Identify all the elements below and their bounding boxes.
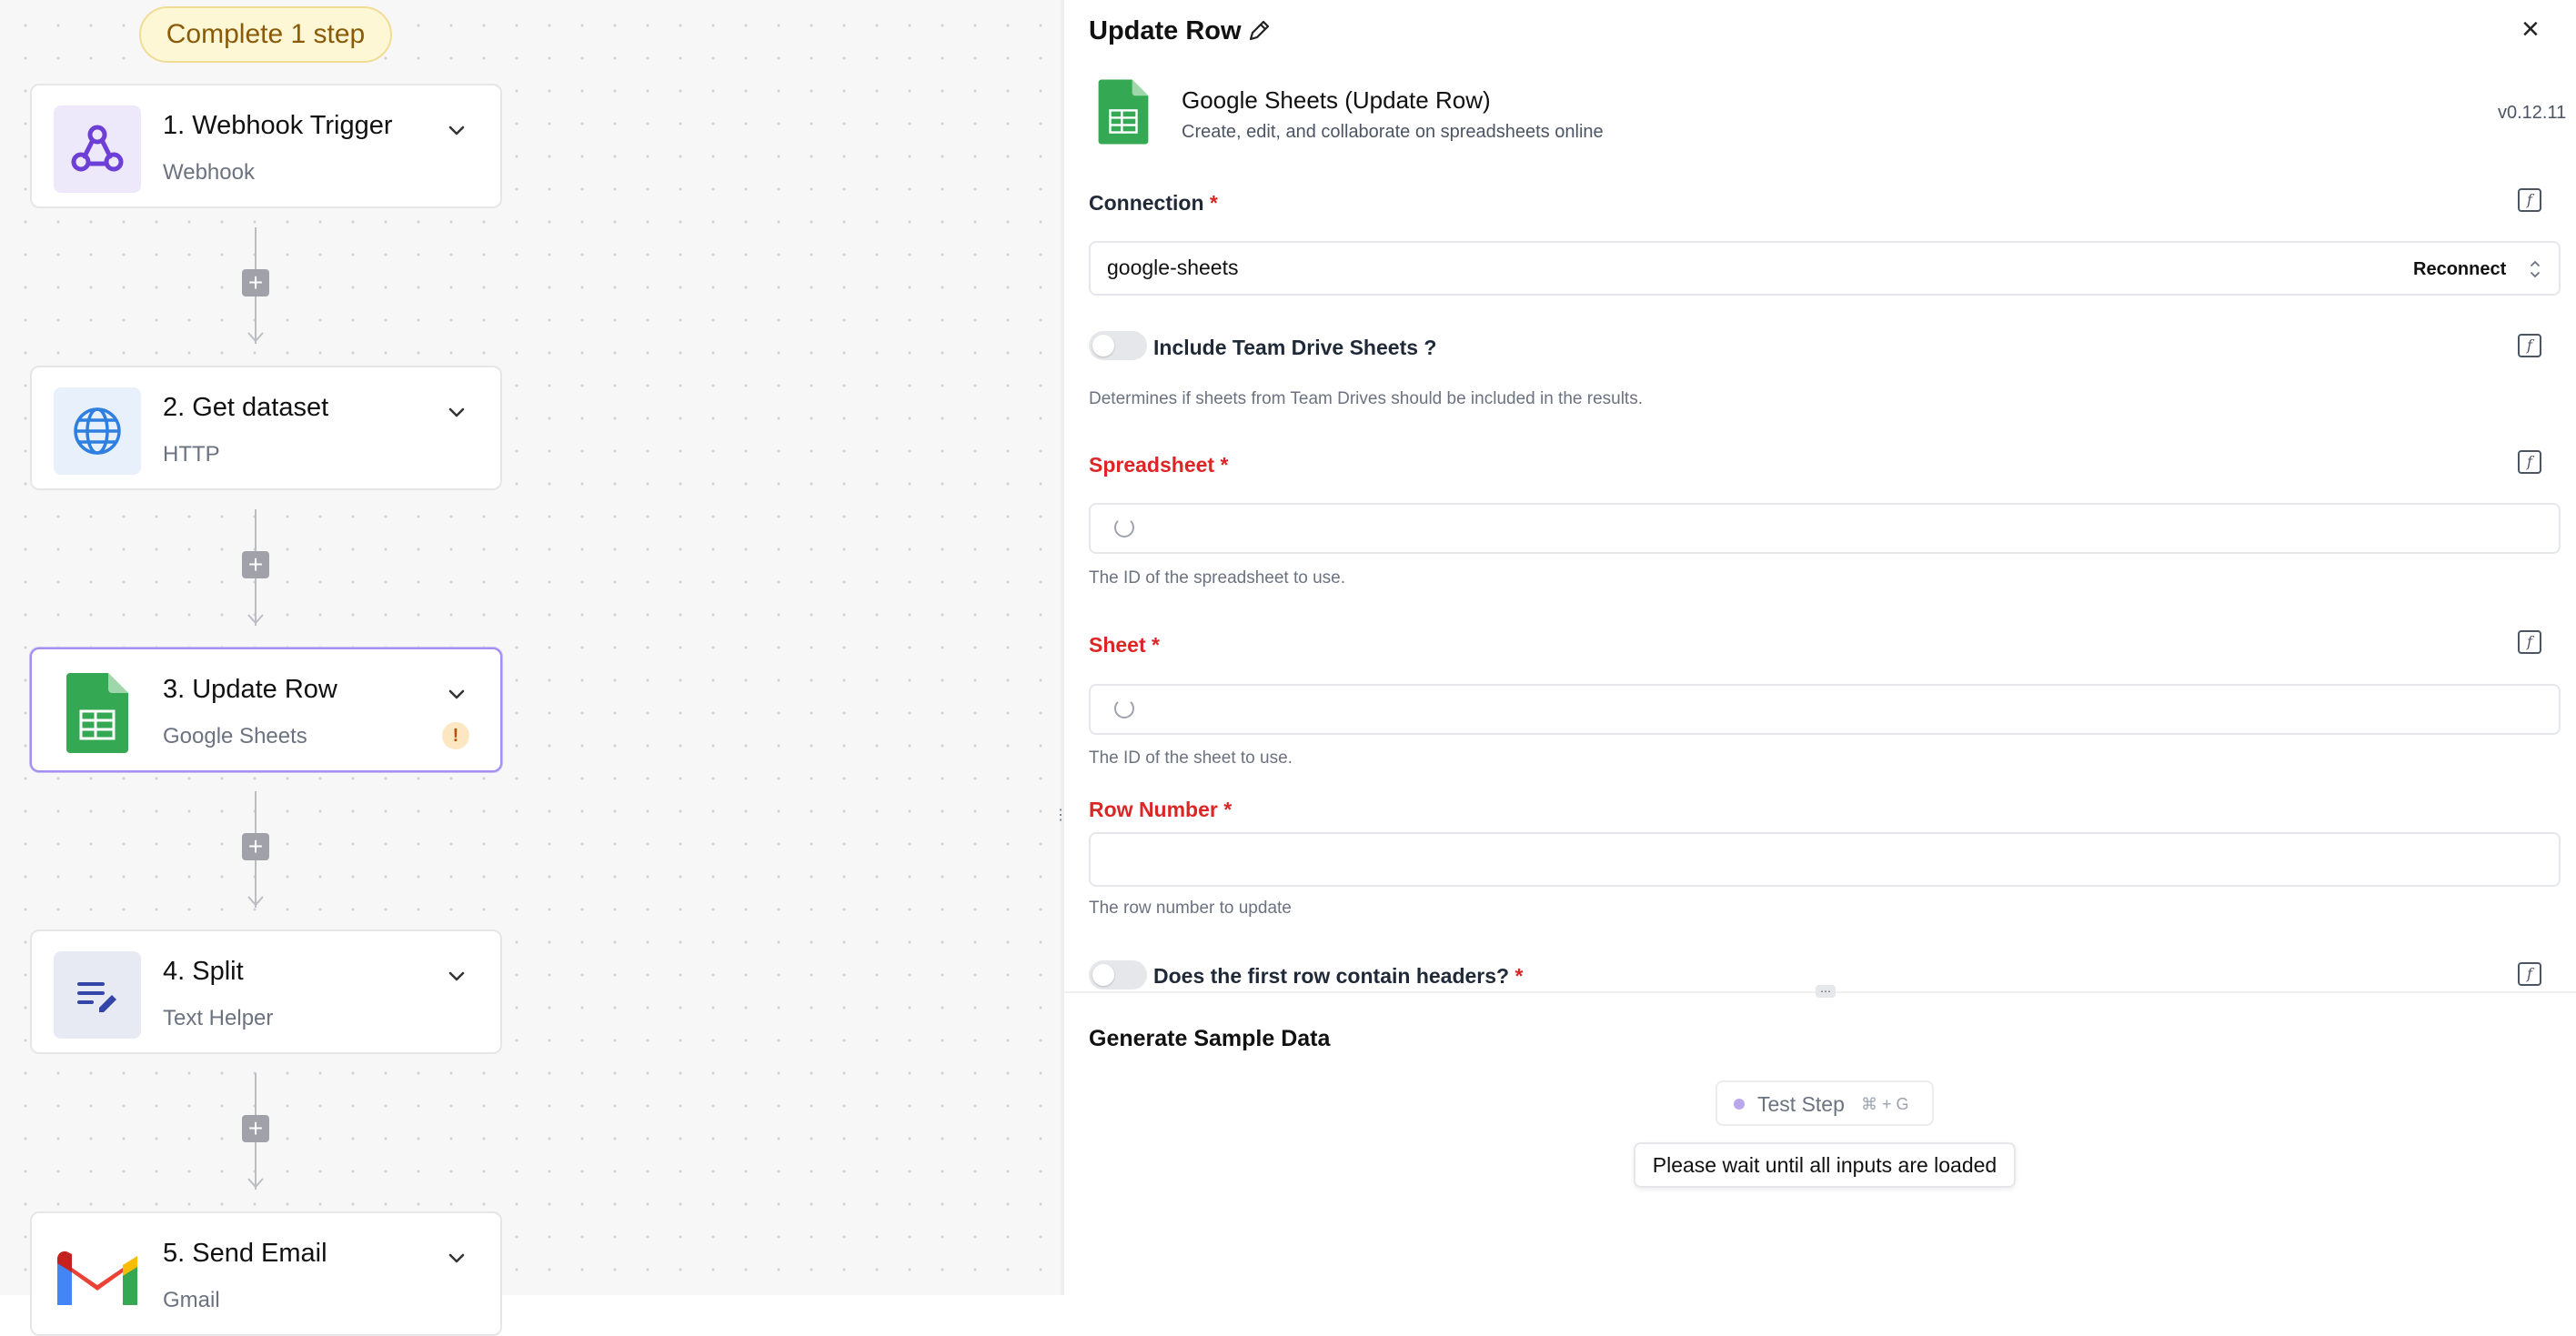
complete-steps-badge[interactable]: Complete 1 step	[139, 6, 392, 63]
step-subtitle: Text Helper	[163, 1006, 274, 1030]
add-step-button[interactable]: +	[242, 1115, 269, 1142]
piece-version: v0.12.11	[2498, 103, 2567, 123]
step-title: 3. Update Row	[163, 675, 337, 704]
chevron-updown-icon[interactable]	[2528, 257, 2542, 281]
add-step-button[interactable]: +	[242, 269, 269, 296]
piece-name: Google Sheets (Update Row)	[1182, 86, 1491, 114]
webhook-icon	[54, 105, 141, 193]
flow-canvas[interactable]: Complete 1 step 1. Webhook Trigger Webho…	[0, 0, 1061, 1336]
add-step-button[interactable]: +	[242, 833, 269, 860]
step-connector: +	[242, 227, 269, 350]
keyboard-shortcut: ⌘ + G	[1861, 1095, 1909, 1113]
step-card-send-email[interactable]: 5. Send Email Gmail	[30, 1211, 502, 1336]
step-subtitle: Webhook	[163, 160, 255, 185]
globe-icon	[54, 387, 141, 475]
dynamic-value-toggle-icon[interactable]: f	[2518, 188, 2541, 212]
text-edit-icon	[54, 951, 141, 1039]
sheet-description: The ID of the sheet to use.	[1089, 748, 1293, 768]
sheet-label: Sheet *	[1089, 633, 1160, 657]
arrow-down-icon	[247, 332, 264, 343]
gmail-icon	[54, 1233, 141, 1321]
test-step-button[interactable]: Test Step ⌘ + G	[1716, 1080, 1934, 1126]
step-subtitle: HTTP	[163, 442, 220, 467]
step-subtitle: Gmail	[163, 1288, 220, 1312]
add-step-button[interactable]: +	[242, 551, 269, 578]
arrow-down-icon	[247, 896, 264, 907]
first-row-headers-label: Does the first row contain headers? *	[1153, 964, 1524, 988]
spreadsheet-label: Spreadsheet *	[1089, 453, 1229, 477]
step-title: 4. Split	[163, 957, 244, 986]
row-number-input[interactable]	[1089, 832, 2561, 887]
dynamic-value-toggle-icon[interactable]: f	[2518, 450, 2541, 474]
row-number-description: The row number to update	[1089, 899, 1292, 918]
connection-value: google-sheets	[1107, 256, 1239, 279]
spreadsheet-description: The ID of the spreadsheet to use.	[1089, 568, 1346, 588]
warning-icon: !	[442, 722, 469, 749]
close-icon[interactable]: ×	[2521, 13, 2540, 45]
step-card-webhook-trigger[interactable]: 1. Webhook Trigger Webhook	[30, 84, 502, 208]
google-sheets-icon	[1098, 79, 1149, 145]
row-number-label: Row Number *	[1089, 798, 1233, 821]
step-card-get-dataset[interactable]: 2. Get dataset HTTP	[30, 366, 502, 490]
team-drive-description: Determines if sheets from Team Drives sh…	[1089, 389, 1643, 408]
spreadsheet-dropdown[interactable]	[1089, 503, 2561, 554]
chevron-down-icon[interactable]	[444, 399, 469, 425]
step-title: 5. Send Email	[163, 1239, 327, 1268]
step-connector: +	[242, 509, 269, 632]
disabled-tooltip: Please wait until all inputs are loaded	[1634, 1142, 2016, 1188]
step-title: 1. Webhook Trigger	[163, 111, 393, 140]
reconnect-button[interactable]: Reconnect	[2413, 259, 2506, 280]
resize-grip-icon[interactable]: ⋯	[1816, 985, 1836, 998]
status-dot-icon	[1734, 1099, 1745, 1110]
dynamic-value-toggle-icon[interactable]: f	[2518, 334, 2541, 357]
step-card-split[interactable]: 4. Split Text Helper	[30, 929, 502, 1054]
include-team-drive-label: Include Team Drive Sheets ?	[1153, 336, 1437, 359]
connection-label: Connection *	[1089, 191, 1218, 215]
step-title: 2. Get dataset	[163, 393, 329, 422]
include-team-drive-toggle[interactable]	[1089, 331, 1147, 360]
pencil-icon[interactable]	[1246, 18, 1272, 44]
arrow-down-icon	[247, 1178, 264, 1189]
generate-sample-heading: Generate Sample Data	[1089, 1026, 1331, 1051]
chevron-down-icon[interactable]	[444, 963, 469, 989]
google-sheets-icon	[54, 669, 141, 757]
step-card-update-row[interactable]: 3. Update Row Google Sheets !	[30, 648, 502, 772]
chevron-down-icon[interactable]	[444, 1245, 469, 1271]
arrow-down-icon	[247, 614, 264, 625]
sheet-dropdown[interactable]	[1089, 684, 2561, 735]
panel-title: Update Row	[1089, 16, 1242, 45]
step-connector: +	[242, 791, 269, 914]
piece-description: Create, edit, and collaborate on spreads…	[1182, 122, 1604, 142]
dynamic-value-toggle-icon[interactable]: f	[2518, 630, 2541, 654]
chevron-down-icon[interactable]	[444, 117, 469, 143]
test-step-label: Test Step	[1757, 1092, 1845, 1116]
connection-select[interactable]: google-sheets Reconnect	[1089, 241, 2561, 296]
loading-spinner-icon	[1114, 517, 1134, 537]
first-row-headers-toggle[interactable]	[1089, 960, 1147, 989]
chevron-down-icon[interactable]	[444, 681, 469, 707]
step-subtitle: Google Sheets	[163, 724, 307, 748]
loading-spinner-icon	[1114, 698, 1134, 718]
dynamic-value-toggle-icon[interactable]: f	[2518, 962, 2541, 986]
step-connector: +	[242, 1073, 269, 1196]
